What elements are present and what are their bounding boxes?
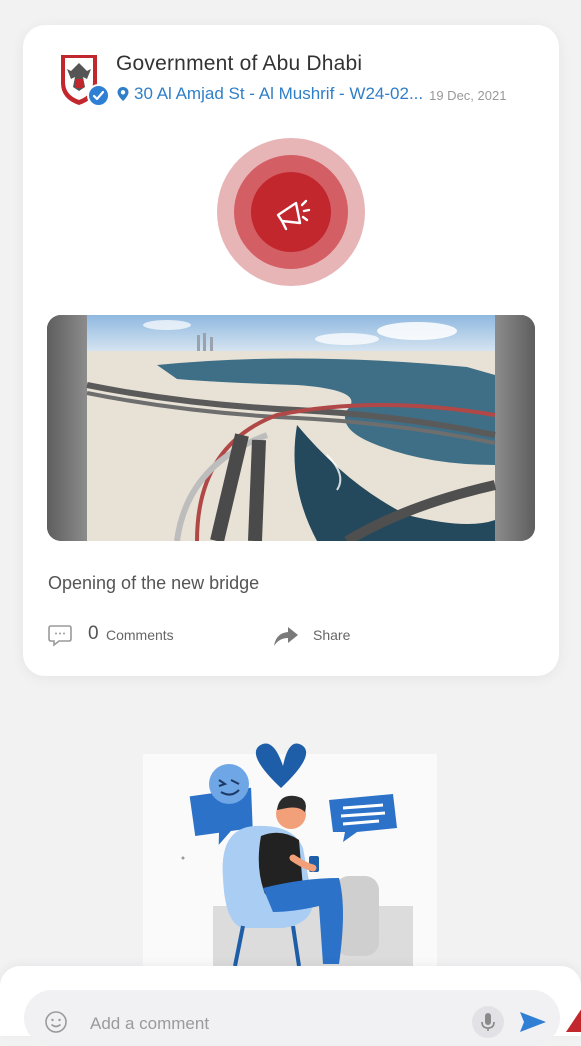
- comments-label[interactable]: Comments: [106, 627, 174, 643]
- corner-accent: [566, 1009, 581, 1032]
- share-button[interactable]: Share: [313, 627, 350, 643]
- megaphone-icon: [217, 138, 365, 286]
- comment-input[interactable]: [90, 1010, 450, 1038]
- post-caption: Opening of the new bridge: [48, 573, 260, 593]
- send-icon[interactable]: [518, 1010, 548, 1034]
- post-meta: 30 Al Amjad St - Al Mushrif - W24-02... …: [116, 84, 506, 104]
- microphone-button[interactable]: [472, 1006, 504, 1038]
- location-link[interactable]: 30 Al Amjad St - Al Mushrif - W24-02...: [134, 84, 423, 104]
- author-name[interactable]: Government of Abu Dhabi: [116, 52, 362, 76]
- comment-composer-bar: [0, 966, 581, 1046]
- smiley-icon[interactable]: [44, 1010, 68, 1034]
- location-pin-icon: [117, 87, 129, 101]
- post-image-bridge[interactable]: [47, 315, 535, 541]
- post-card: Government of Abu Dhabi 30 Al Amjad St -…: [23, 25, 559, 676]
- share-arrow-icon[interactable]: [273, 625, 299, 647]
- microphone-icon: [481, 1013, 495, 1031]
- post-date: 19 Dec, 2021: [429, 87, 507, 103]
- verified-badge-icon: [87, 84, 110, 107]
- post-actions: 0 Comments Share: [47, 622, 527, 650]
- social-chat-illustration: [143, 743, 437, 968]
- comments-count[interactable]: 0: [88, 623, 99, 645]
- comment-input-container: [24, 990, 560, 1046]
- comment-bubble-icon[interactable]: [47, 624, 73, 648]
